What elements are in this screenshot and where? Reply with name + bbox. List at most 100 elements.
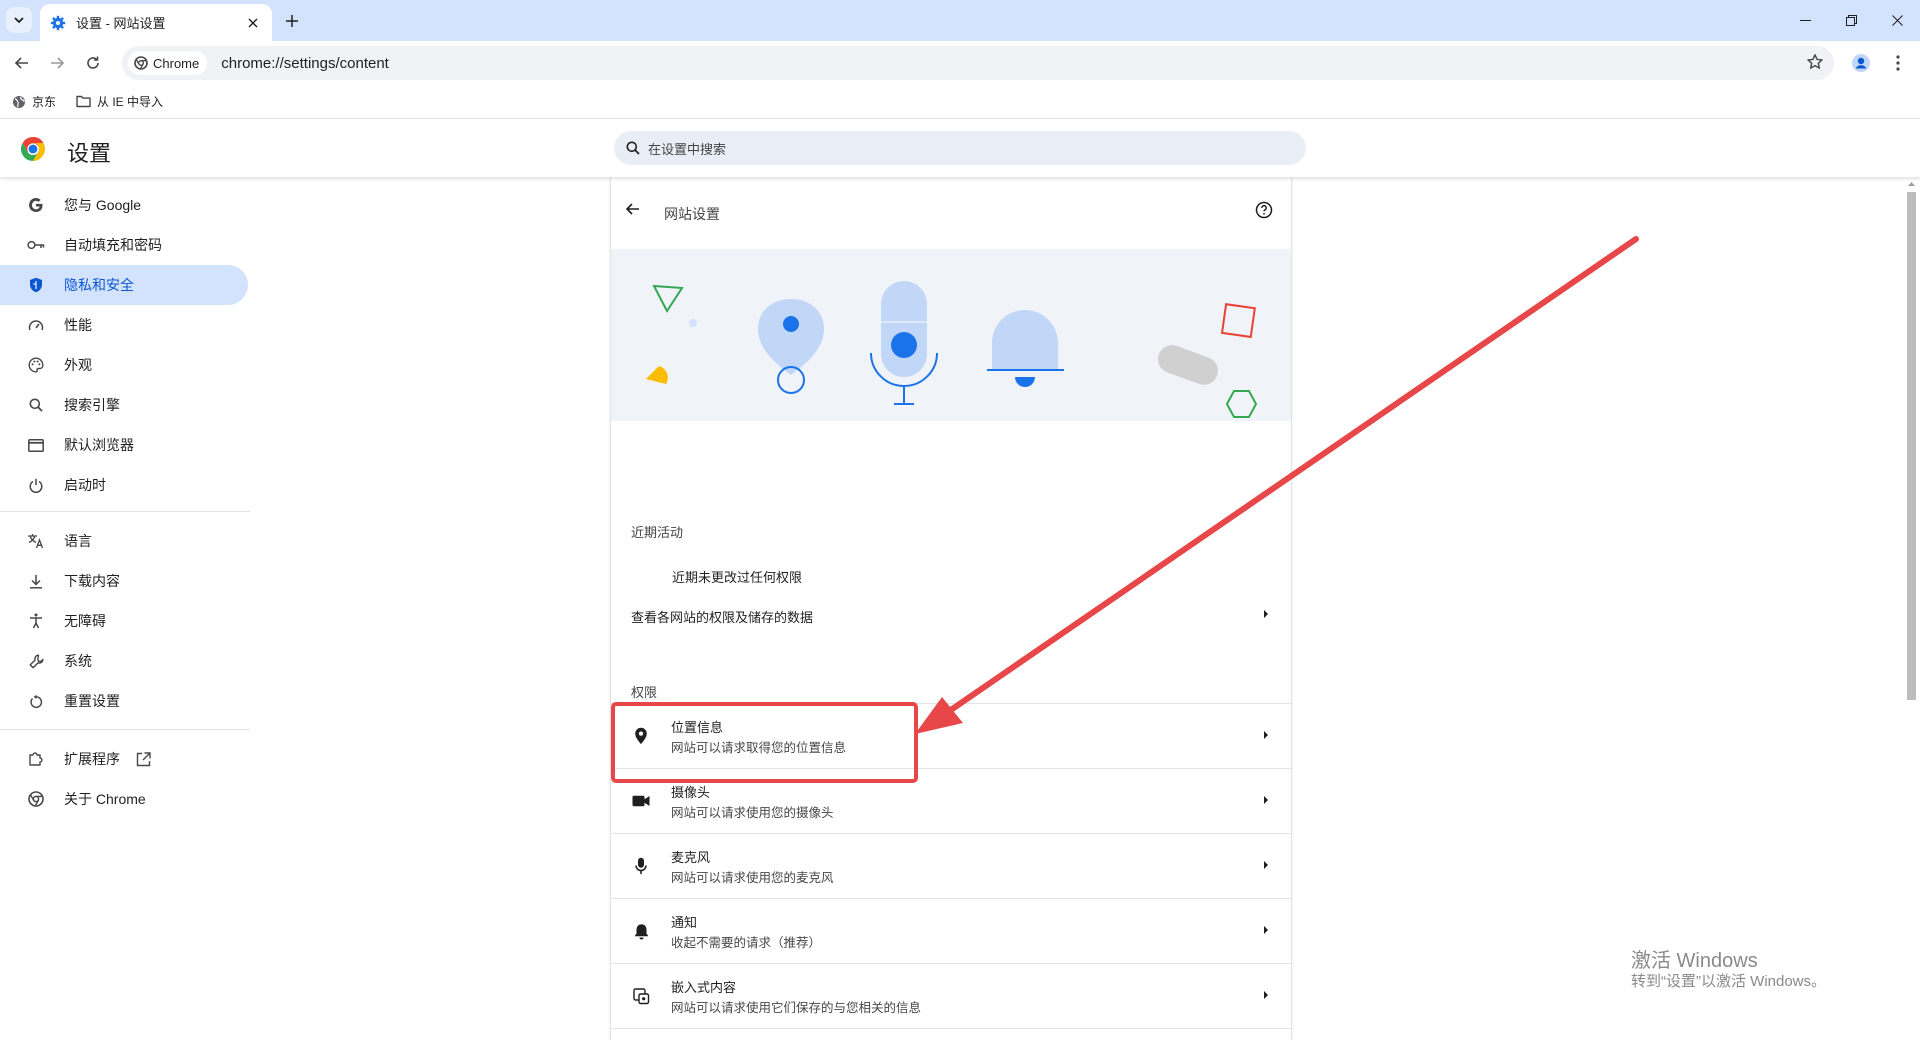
new-tab-button[interactable] xyxy=(281,10,303,32)
reload-button[interactable] xyxy=(78,48,108,78)
arrow-left-icon xyxy=(14,57,28,69)
speedometer-icon xyxy=(26,315,46,335)
shield-icon xyxy=(26,275,46,295)
settings-sidebar: 您与 Google 自动填充和密码 隐私和安全 性能 外观 搜索引擎 默认浏览器… xyxy=(0,178,250,1040)
search-icon xyxy=(26,395,46,415)
sidebar-item-label: 性能 xyxy=(64,317,92,333)
caret-right-icon xyxy=(1264,796,1268,804)
bookmark-ie-import[interactable]: 从 IE 中导入 xyxy=(76,93,163,110)
bookmark-jd[interactable]: 京东 xyxy=(12,93,56,110)
bookmark-label: 京东 xyxy=(32,95,57,109)
sidebar-item-performance[interactable]: 性能 xyxy=(0,305,248,345)
bookmarks-bar: 京东 从 IE 中导入 xyxy=(0,84,1920,119)
permission-description: 收起不需要的请求（推荐） xyxy=(671,936,822,950)
help-button[interactable] xyxy=(1255,201,1273,219)
sidebar-item-you-and-google[interactable]: 您与 Google xyxy=(0,185,248,225)
site-info-label: Chrome xyxy=(153,55,200,71)
caret-right-icon xyxy=(1264,610,1268,618)
site-info-chip[interactable]: Chrome xyxy=(128,51,208,75)
permission-row-embedded-content[interactable]: 嵌入式内容 网站可以请求使用它们保存的与您相关的信息 xyxy=(611,963,1291,1028)
permissions-heading: 权限 xyxy=(631,685,658,700)
sidebar-item-label: 外观 xyxy=(64,357,92,373)
permission-row-partial xyxy=(611,1028,1291,1040)
chrome-icon xyxy=(26,789,46,809)
sidebar-item-system[interactable]: 系统 xyxy=(0,641,248,681)
sidebar-item-languages[interactable]: 语言 xyxy=(0,521,248,561)
bookmark-star-button[interactable] xyxy=(1806,53,1824,71)
url-text[interactable]: chrome://settings/content xyxy=(221,55,389,72)
sidebar-item-reset[interactable]: 重置设置 xyxy=(0,681,248,721)
active-tab[interactable]: 设置 - 网站设置 xyxy=(40,4,272,41)
view-all-sites-label: 查看各网站的权限及储存的数据 xyxy=(631,610,814,625)
sidebar-item-appearance[interactable]: 外观 xyxy=(0,345,248,385)
scroll-up-arrow-icon[interactable] xyxy=(1903,178,1920,190)
recent-activity-heading: 近期活动 xyxy=(631,525,684,540)
wrench-icon xyxy=(26,651,46,671)
settings-search-input[interactable]: 在设置中搜索 xyxy=(614,131,1306,165)
arrow-left-icon xyxy=(625,203,639,215)
forward-button[interactable] xyxy=(42,48,72,78)
sidebar-item-label: 无障碍 xyxy=(64,613,106,629)
minimize-icon xyxy=(1799,19,1811,21)
sidebar-item-search-engine[interactable]: 搜索引擎 xyxy=(0,385,248,425)
sidebar-item-autofill[interactable]: 自动填充和密码 xyxy=(0,225,248,265)
sidebar-divider xyxy=(0,729,250,730)
sidebar-item-about-chrome[interactable]: 关于 Chrome xyxy=(0,779,248,819)
permission-row-notifications[interactable]: 通知 收起不需要的请求（推荐） xyxy=(611,898,1291,963)
sidebar-item-label: 自动填充和密码 xyxy=(64,237,162,253)
close-tab-button[interactable] xyxy=(244,14,262,32)
restore-icon xyxy=(1845,14,1857,26)
page-scrollbar[interactable] xyxy=(1903,178,1920,1040)
bookmark-label: 从 IE 中导入 xyxy=(97,95,164,109)
site-settings-banner xyxy=(611,249,1291,421)
address-bar[interactable]: Chrome chrome://settings/content xyxy=(122,46,1834,80)
google-icon xyxy=(26,195,46,215)
profile-button[interactable] xyxy=(1846,48,1876,78)
sidebar-item-privacy[interactable]: 隐私和安全 xyxy=(0,265,248,305)
arrow-right-icon xyxy=(51,57,65,69)
menu-button[interactable] xyxy=(1883,48,1913,78)
back-button[interactable] xyxy=(625,201,641,217)
key-icon xyxy=(26,235,46,255)
permission-row-microphone[interactable]: 麦克风 网站可以请求使用您的麦克风 xyxy=(611,833,1291,898)
close-window-button[interactable] xyxy=(1874,0,1920,40)
view-all-sites-row[interactable]: 查看各网站的权限及储存的数据 xyxy=(611,592,1291,638)
permission-description: 网站可以请求取得您的位置信息 xyxy=(671,741,847,755)
permission-row-camera[interactable]: 摄像头 网站可以请求使用您的摄像头 xyxy=(611,768,1291,833)
sidebar-item-default-browser[interactable]: 默认浏览器 xyxy=(0,425,248,465)
sidebar-item-downloads[interactable]: 下载内容 xyxy=(0,561,248,601)
translate-icon xyxy=(26,531,46,551)
sidebar-item-label: 扩展程序 xyxy=(64,751,120,767)
permission-title: 麦克风 xyxy=(671,850,711,865)
permissions-illustration xyxy=(646,281,1258,418)
search-icon xyxy=(626,141,640,155)
permission-description: 网站可以请求使用您的麦克风 xyxy=(671,871,834,885)
permission-title: 摄像头 xyxy=(671,785,711,800)
sidebar-item-accessibility[interactable]: 无障碍 xyxy=(0,601,248,641)
permission-row-location[interactable]: 位置信息 网站可以请求取得您的位置信息 xyxy=(611,703,1291,768)
reset-icon xyxy=(26,691,46,711)
star-icon xyxy=(1807,54,1823,69)
download-icon xyxy=(26,571,46,591)
sidebar-item-label: 关于 Chrome xyxy=(64,791,146,807)
scrollbar-thumb[interactable] xyxy=(1907,192,1916,700)
back-button[interactable] xyxy=(7,48,37,78)
sidebar-item-on-startup[interactable]: 启动时 xyxy=(0,465,248,505)
settings-title: 设置 xyxy=(67,141,112,166)
caret-right-icon xyxy=(1264,991,1268,999)
sidebar-item-label: 隐私和安全 xyxy=(64,277,134,293)
plus-icon xyxy=(286,15,298,27)
embedded-content-icon xyxy=(631,986,651,1006)
accessibility-icon xyxy=(26,611,46,631)
chevron-down-icon xyxy=(14,17,24,24)
puzzle-icon xyxy=(26,749,46,769)
browser-icon xyxy=(26,435,46,455)
sidebar-item-label: 默认浏览器 xyxy=(64,437,134,453)
sidebar-divider xyxy=(0,511,250,512)
activate-windows-subtitle: 转到“设置”以激活 Windows。 xyxy=(1631,973,1827,990)
sidebar-item-extensions[interactable]: 扩展程序 xyxy=(0,739,248,779)
restore-button[interactable] xyxy=(1828,0,1874,40)
tab-title: 设置 - 网站设置 xyxy=(76,16,166,31)
minimize-button[interactable] xyxy=(1782,0,1828,40)
tab-search-button[interactable] xyxy=(6,7,32,33)
